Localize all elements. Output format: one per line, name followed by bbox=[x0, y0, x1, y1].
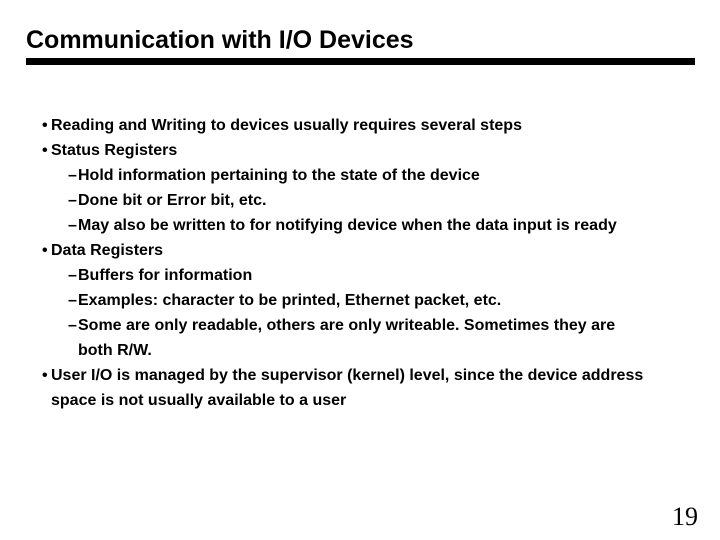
bullet-dash-icon: – bbox=[68, 292, 77, 309]
bullet-item-level-2: – Hold information pertaining to the stat… bbox=[26, 163, 686, 188]
bullet-text: Done bit or Error bit, etc. bbox=[78, 192, 267, 209]
bullet-dot-icon: • bbox=[42, 242, 48, 259]
bullet-item-level-2: – Buffers for information bbox=[26, 263, 686, 288]
bullet-dash-icon: – bbox=[68, 267, 77, 284]
bullet-item-level-1: • User I/O is managed by the supervisor (… bbox=[26, 363, 686, 413]
bullet-text: Status Registers bbox=[51, 142, 178, 159]
bullet-text: User I/O is managed by the supervisor (k… bbox=[51, 367, 644, 409]
bullet-dot-icon: • bbox=[42, 142, 48, 159]
bullet-text: Examples: character to be printed, Ether… bbox=[78, 292, 502, 309]
bullet-item-level-2: – May also be written to for notifying de… bbox=[26, 213, 686, 238]
bullet-text: Buffers for information bbox=[78, 267, 253, 284]
bullet-dash-icon: – bbox=[68, 317, 77, 334]
bullet-text: Some are only readable, others are only … bbox=[78, 317, 616, 359]
page-number: 19 bbox=[672, 502, 698, 531]
slide: Communication with I/O Devices • Reading … bbox=[0, 0, 720, 540]
title-underline-rule bbox=[26, 58, 695, 65]
bullet-item-level-2: – Some are only readable, others are only… bbox=[26, 313, 686, 363]
slide-title: Communication with I/O Devices bbox=[26, 26, 414, 54]
bullet-text: May also be written to for notifying dev… bbox=[78, 217, 617, 234]
bullet-item-level-1: • Status Registers bbox=[26, 138, 686, 163]
bullet-text: Reading and Writing to devices usually r… bbox=[51, 117, 522, 134]
bullet-dot-icon: • bbox=[42, 367, 48, 384]
bullet-dash-icon: – bbox=[68, 217, 77, 234]
bullet-item-level-2: – Examples: character to be printed, Ethe… bbox=[26, 288, 686, 313]
bullet-dash-icon: – bbox=[68, 167, 77, 184]
bullet-text: Hold information pertaining to the state… bbox=[78, 167, 480, 184]
bullet-item-level-1: • Data Registers bbox=[26, 238, 686, 263]
bullet-dot-icon: • bbox=[42, 117, 48, 134]
slide-body: • Reading and Writing to devices usually … bbox=[26, 113, 686, 413]
bullet-dash-icon: – bbox=[68, 192, 77, 209]
bullet-item-level-1: • Reading and Writing to devices usually … bbox=[26, 113, 686, 138]
bullet-text: Data Registers bbox=[51, 242, 164, 259]
bullet-item-level-2: – Done bit or Error bit, etc. bbox=[26, 188, 686, 213]
